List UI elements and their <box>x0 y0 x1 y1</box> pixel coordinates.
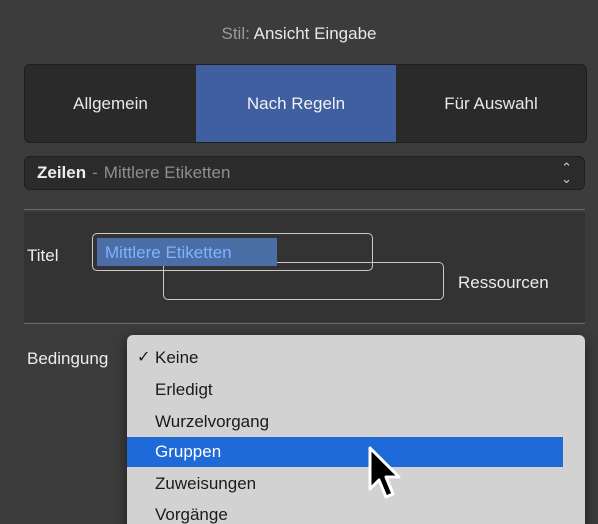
menu-item-wurzelvorgang[interactable]: Wurzelvorgang <box>127 407 563 437</box>
condition-dropdown-menu: ✓ Keine Erledigt Wurzelvorgang Gruppen Z… <box>127 335 585 524</box>
rows-popup-value: Mittlere Etiketten <box>103 163 231 182</box>
menu-item-label: Wurzelvorgang <box>155 412 270 431</box>
mode-segmented-control: Allgemein Nach Regeln Für Auswahl <box>24 64 587 143</box>
resources-label: Ressourcen <box>458 273 549 292</box>
menu-item-erledigt[interactable]: Erledigt <box>127 375 563 405</box>
tab-allgemein[interactable]: Allgemein <box>25 65 196 142</box>
style-header: Stil: Ansicht Eingabe <box>0 24 598 44</box>
rows-popup-separator: - <box>92 163 98 182</box>
chevron-updown-icon: ⌃⌄ <box>561 160 572 186</box>
checkmark-icon: ✓ <box>137 349 151 366</box>
mouse-pointer-icon <box>368 446 401 499</box>
menu-item-label: Gruppen <box>155 442 222 461</box>
rows-popup-main: Zeilen <box>37 163 87 182</box>
menu-item-gruppen[interactable]: Gruppen <box>127 437 563 467</box>
divider <box>24 209 585 210</box>
style-value: Ansicht Eingabe <box>253 24 377 43</box>
title-field-value: Mittlere Etiketten <box>105 243 232 262</box>
menu-item-label: Zuweisungen <box>155 474 257 493</box>
title-field[interactable]: Mittlere Etiketten <box>92 233 373 271</box>
menu-item-vorgaenge[interactable]: Vorgänge <box>127 500 563 524</box>
tab-fuer-auswahl[interactable]: Für Auswahl <box>396 65 586 142</box>
style-inspector-panel: Stil: Ansicht Eingabe Allgemein Nach Reg… <box>0 0 598 524</box>
style-prefix: Stil: <box>221 24 250 43</box>
menu-item-keine[interactable]: ✓ Keine <box>127 343 563 373</box>
menu-item-label: Vorgänge <box>155 505 228 524</box>
menu-item-label: Erledigt <box>155 380 213 399</box>
condition-label: Bedingung <box>27 349 109 368</box>
divider <box>24 323 585 324</box>
menu-item-label: Keine <box>155 348 199 367</box>
menu-item-zuweisungen[interactable]: Zuweisungen <box>127 469 563 499</box>
rows-popup-button[interactable]: Zeilen - Mittlere Etiketten ⌃ ⌄ <box>24 156 585 190</box>
tab-nach-regeln[interactable]: Nach Regeln <box>196 65 396 142</box>
title-label: Titel <box>27 246 59 265</box>
